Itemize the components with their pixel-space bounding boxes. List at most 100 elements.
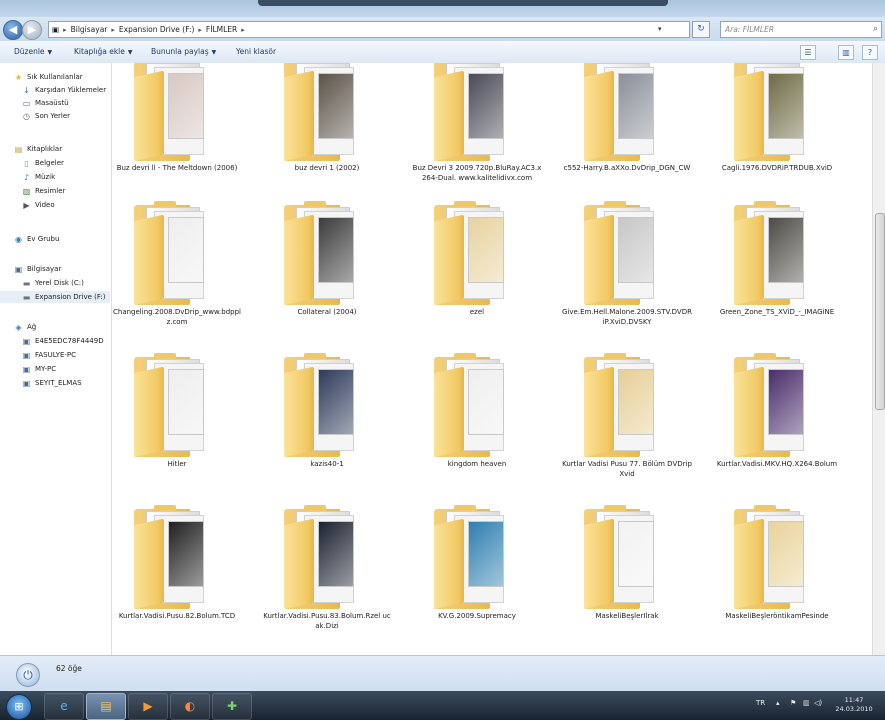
flag-icon[interactable]: ⚑ — [790, 699, 796, 707]
breadcrumb-drive[interactable]: Expansion Drive (F:) — [116, 25, 198, 34]
folder-item[interactable]: buz devri 1 (2002) — [262, 63, 392, 205]
sidebar-item-video[interactable]: ▶ Video — [22, 199, 54, 211]
folder-icon — [434, 63, 520, 161]
folder-item[interactable]: Collateral (2004) — [262, 201, 392, 349]
folder-name: MaskeliBeşleröntikamPesinde — [725, 612, 829, 620]
folder-name: c552-Harry.B.aXXo.DvDrip_DGN_CW — [563, 164, 691, 172]
folder-thumbnail — [618, 217, 654, 283]
view-options-icon[interactable]: ☰ — [800, 45, 816, 60]
explorer-taskbar-icon[interactable]: ▤ — [86, 693, 126, 720]
sidebar-favorites[interactable]: ★ Sık Kullanılanlar — [14, 71, 83, 83]
folder-item[interactable]: Green_Zone_TS_XViD_-_IMAGiNE — [712, 201, 842, 349]
folder-item[interactable]: MaskeliBeşleröntikamPesinde — [712, 505, 842, 653]
refresh-button[interactable]: ↻ — [692, 21, 710, 38]
sidebar-computer[interactable]: ▣ Bilgisayar — [14, 263, 62, 275]
folder-item[interactable]: Buz devri ll - The Meltdown (2006) — [112, 63, 242, 205]
organize-button[interactable]: Düzenle ▼ — [14, 47, 52, 56]
taskbar: ⊞ e ▤ ▶ ◐ ✚ TR ▴ ⚑ ▥ ◁) 11:47 24.03.2010 — [0, 691, 885, 720]
start-button[interactable]: ⊞ — [6, 694, 32, 720]
folder-item[interactable]: Cagli.1976.DVDRiP.TRDUB.XviD — [712, 63, 842, 205]
sidebar-item-music[interactable]: ♪ Müzik — [22, 171, 55, 183]
folder-thumbnail — [768, 217, 804, 283]
search-input[interactable]: Ara: FİLMLER ⌕ — [720, 21, 882, 38]
folder-item[interactable]: MaskeliBeşlerIlrak — [562, 505, 692, 653]
sidebar-item-downloads[interactable]: ↓ Karşıdan Yüklemeler — [22, 84, 106, 96]
firefox-icon[interactable]: ◐ — [170, 693, 210, 720]
sidebar-libraries[interactable]: ▤ Kitaplıklar — [14, 143, 62, 155]
breadcrumb-folder[interactable]: FİLMLER — [203, 25, 240, 34]
tray-chevron-icon[interactable]: ▴ — [776, 699, 780, 707]
sidebar-homegroup[interactable]: ◉ Ev Grubu — [14, 233, 59, 245]
folder-front — [434, 214, 464, 305]
navigation-pane: ★ Sık Kullanılanlar ↓ Karşıdan Yüklemeler … — [0, 63, 112, 655]
folder-item[interactable]: Kurtlar.Vadisi.Pusu.83.Bolum.Rzel ucak.D… — [262, 505, 392, 653]
help-icon[interactable]: ? — [862, 45, 878, 60]
folder-icon — [734, 201, 820, 305]
folder-thumbnail — [618, 73, 654, 139]
back-button[interactable]: ◀ — [3, 20, 23, 40]
folder-front — [134, 518, 164, 609]
folder-status-icon: ⏻ — [16, 663, 40, 687]
titlebar-glass — [258, 0, 668, 6]
sidebar-item-local-disk[interactable]: ▬ Yerel Disk (C:) — [22, 277, 84, 289]
folder-item[interactable]: Kurtlar.Vadisi.Pusu.82.Bolum.TCD — [112, 505, 242, 653]
folder-item[interactable]: kingdom heaven — [412, 353, 542, 501]
folder-name: Hitler — [167, 460, 187, 468]
folder-icon — [584, 63, 670, 161]
sidebar-network[interactable]: ◈ Ağ — [14, 321, 36, 333]
preview-pane-icon[interactable]: ▥ — [838, 45, 854, 60]
sidebar-item-desktop[interactable]: ▭ Masaüstü — [22, 97, 69, 109]
folder-front — [584, 70, 614, 161]
sidebar-item-network-pc[interactable]: ▣ SEYIT_ELMAS — [22, 377, 82, 389]
folder-item[interactable]: KV.G.2009.Supremacy — [412, 505, 542, 653]
address-field[interactable]: ▣ ▸ Bilgisayar ▸ Expansion Drive (F:) ▸ … — [48, 21, 690, 38]
sidebar-item-expansion-drive[interactable]: ▬ Expansion Drive (F:) — [0, 291, 110, 303]
address-dropdown-icon[interactable]: ▾ — [655, 22, 671, 37]
folder-item[interactable]: Hitler — [112, 353, 242, 501]
folder-icon — [284, 505, 370, 609]
vertical-scrollbar[interactable] — [872, 63, 885, 655]
star-icon: ★ — [14, 73, 23, 82]
network-tray-icon[interactable]: ▥ — [803, 699, 810, 707]
folder-front — [584, 214, 614, 305]
breadcrumb-computer[interactable]: Bilgisayar — [68, 25, 111, 34]
scrollbar-thumb[interactable] — [875, 213, 885, 410]
app-taskbar-icon[interactable]: ✚ — [212, 693, 252, 720]
folder-item[interactable]: Kurtlar Vadisi Pusu 77. Bölüm DVDrip Xvi… — [562, 353, 692, 501]
search-placeholder: Ara: FİLMLER — [725, 25, 775, 34]
folder-item[interactable]: ezel — [412, 201, 542, 349]
new-folder-button[interactable]: Yeni klasör — [236, 47, 276, 56]
internet-explorer-icon[interactable]: e — [44, 693, 84, 720]
folder-front — [584, 518, 614, 609]
media-player-icon[interactable]: ▶ — [128, 693, 168, 720]
folder-icon — [134, 505, 220, 609]
folder-item[interactable]: Give.Em.Hell.Malone.2009.STV.DVDRiP.XviD… — [562, 201, 692, 349]
clock-time: 11:47 — [844, 696, 864, 704]
folder-front — [134, 366, 164, 457]
sidebar-item-recent[interactable]: ◷ Son Yerler — [22, 110, 70, 122]
folder-item[interactable]: c552-Harry.B.aXXo.DvDrip_DGN_CW — [562, 63, 692, 205]
sidebar-item-pictures[interactable]: ▨ Resimler — [22, 185, 66, 197]
folder-item[interactable]: kazis40-1 — [262, 353, 392, 501]
add-to-library-button[interactable]: Kitaplığa ekle ▼ — [74, 47, 133, 56]
breadcrumb-separator[interactable]: ▸ — [240, 26, 246, 34]
search-icon[interactable]: ⌕ — [869, 22, 878, 37]
network-icon: ◈ — [15, 323, 22, 332]
folder-icon — [134, 353, 220, 457]
sidebar-item-documents[interactable]: ▯ Belgeler — [22, 157, 64, 169]
folder-thumbnail — [768, 369, 804, 435]
folder-item[interactable]: Buz Devri 3 2009.720p.BluRay.AC3.x264-Du… — [412, 63, 542, 205]
sidebar-item-network-pc[interactable]: ▣ FASULYE-PC — [22, 349, 76, 361]
folder-icon — [734, 353, 820, 457]
sidebar-item-network-pc[interactable]: ▣ E4E5EDC78F4449D — [22, 335, 104, 347]
volume-icon[interactable]: ◁) — [814, 699, 822, 707]
language-indicator[interactable]: TR — [756, 699, 765, 707]
folder-name: kingdom heaven — [447, 460, 507, 468]
share-with-button[interactable]: Bununla paylaş ▼ — [151, 47, 216, 56]
folder-item[interactable]: Changeling.2008.DvDrip_www.bdpplz.com — [112, 201, 242, 349]
folder-thumbnail — [468, 369, 504, 435]
clock[interactable]: 11:47 24.03.2010 — [826, 696, 882, 714]
sidebar-item-network-pc[interactable]: ▣ MY-PC — [22, 363, 56, 375]
forward-button[interactable]: ▶ — [22, 20, 42, 40]
folder-item[interactable]: Kurtlar.Vadisi.MKV.HQ.X264.Bolum — [712, 353, 842, 501]
